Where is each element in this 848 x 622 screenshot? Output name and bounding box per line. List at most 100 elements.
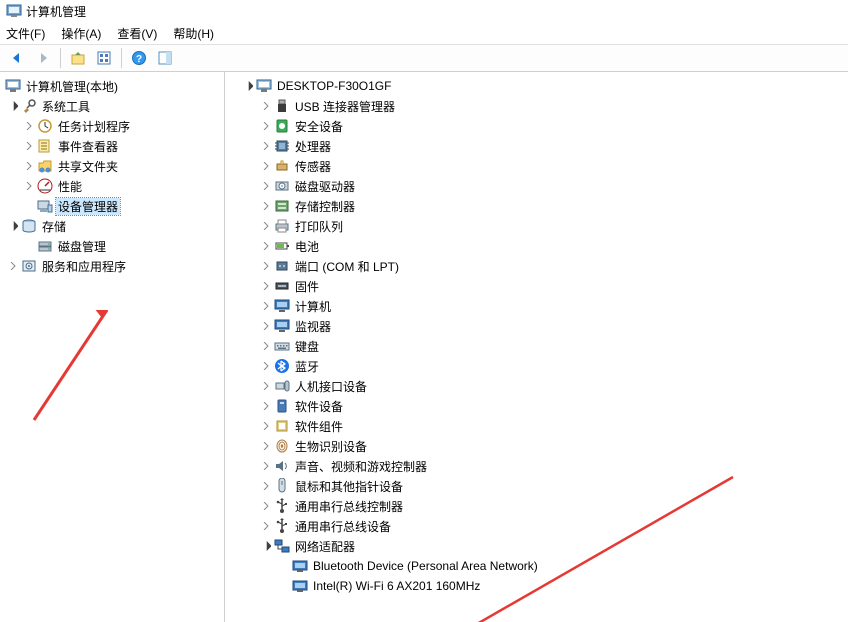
chevron-right-icon[interactable] [259, 319, 273, 333]
right-tree-pane[interactable]: DESKTOP-F30O1GFUSB 连接器管理器安全设备处理器传感器磁盘驱动器… [237, 72, 848, 622]
back-button[interactable] [6, 47, 28, 69]
node-network-adapter-1[interactable]: Intel(R) Wi-Fi 6 AX201 160MHz [237, 576, 848, 596]
node-hid[interactable]: 人机接口设备 [237, 376, 848, 396]
chevron-right-icon[interactable] [259, 139, 273, 153]
chevron-right-icon[interactable] [259, 399, 273, 413]
chevron-right-icon[interactable] [259, 159, 273, 173]
print-queues-icon [274, 218, 290, 234]
menu-help[interactable]: 帮助(H) [173, 25, 214, 42]
node-label: 打印队列 [295, 218, 343, 235]
chevron-right-icon[interactable] [259, 99, 273, 113]
node-system-tools[interactable]: 系统工具 [0, 96, 224, 116]
chevron-down-icon[interactable] [259, 539, 273, 553]
node-print-queues[interactable]: 打印队列 [237, 216, 848, 236]
node-event-viewer[interactable]: 事件查看器 [0, 136, 224, 156]
node-local-computer[interactable]: 计算机管理(本地) [0, 76, 224, 96]
menu-file[interactable]: 文件(F) [6, 25, 45, 42]
node-storage-controllers[interactable]: 存储控制器 [237, 196, 848, 216]
device-manager-icon [37, 198, 53, 214]
node-usb-connector[interactable]: USB 连接器管理器 [237, 96, 848, 116]
chevron-right-icon[interactable] [259, 219, 273, 233]
node-services-apps[interactable]: 服务和应用程序 [0, 256, 224, 276]
node-network-adapters[interactable]: 网络适配器 [237, 536, 848, 556]
chevron-right-icon[interactable] [259, 459, 273, 473]
menu-action[interactable]: 操作(A) [61, 25, 101, 42]
up-button[interactable] [67, 47, 89, 69]
chevron-right-icon[interactable] [259, 499, 273, 513]
chevron-right-icon[interactable] [259, 379, 273, 393]
node-batteries[interactable]: 电池 [237, 236, 848, 256]
chevron-right-icon[interactable] [22, 159, 36, 173]
annotation-arrow-1 [22, 310, 112, 430]
chevron-right-icon[interactable] [259, 519, 273, 533]
node-device-manager[interactable]: 设备管理器 [0, 196, 224, 216]
storage-controllers-icon [274, 198, 290, 214]
node-usb-devices[interactable]: 通用串行总线设备 [237, 516, 848, 536]
chevron-right-icon[interactable] [6, 259, 20, 273]
chevron-right-icon[interactable] [259, 339, 273, 353]
node-shared-folders[interactable]: 共享文件夹 [0, 156, 224, 176]
node-label: 人机接口设备 [295, 378, 367, 395]
chevron-down-icon[interactable] [241, 79, 255, 93]
node-label: 通用串行总线设备 [295, 518, 391, 535]
shared-folder-icon [37, 158, 53, 174]
node-network-adapter-0[interactable]: Bluetooth Device (Personal Area Network) [237, 556, 848, 576]
node-software-devices[interactable]: 软件设备 [237, 396, 848, 416]
node-performance[interactable]: 性能 [0, 176, 224, 196]
chevron-right-icon[interactable] [259, 119, 273, 133]
software-devices-icon [274, 398, 290, 414]
node-ports[interactable]: 端口 (COM 和 LPT) [237, 256, 848, 276]
node-sensors[interactable]: 传感器 [237, 156, 848, 176]
forward-button[interactable] [32, 47, 54, 69]
chevron-down-icon[interactable] [6, 219, 20, 233]
node-keyboards[interactable]: 键盘 [237, 336, 848, 356]
node-security-devices[interactable]: 安全设备 [237, 116, 848, 136]
chevron-down-icon[interactable] [6, 99, 20, 113]
node-mice[interactable]: 鼠标和其他指针设备 [237, 476, 848, 496]
node-computer-root[interactable]: DESKTOP-F30O1GF [237, 76, 848, 96]
node-sound-video-game[interactable]: 声音、视频和游戏控制器 [237, 456, 848, 476]
node-label: 事件查看器 [58, 138, 118, 155]
title-bar: 计算机管理 [0, 0, 848, 22]
chevron-right-icon[interactable] [259, 279, 273, 293]
chevron-right-icon[interactable] [22, 139, 36, 153]
bluetooth-icon [274, 358, 290, 374]
node-task-scheduler[interactable]: 任务计划程序 [0, 116, 224, 136]
properties-button[interactable] [93, 47, 115, 69]
menu-bar: 文件(F) 操作(A) 查看(V) 帮助(H) [0, 22, 848, 44]
network-device-icon [292, 558, 308, 574]
chevron-right-icon[interactable] [259, 179, 273, 193]
node-label: 处理器 [295, 138, 331, 155]
chevron-right-icon[interactable] [259, 479, 273, 493]
chevron-right-icon[interactable] [259, 419, 273, 433]
chevron-right-icon[interactable] [259, 199, 273, 213]
tools-icon [21, 98, 37, 114]
node-disk-drives[interactable]: 磁盘驱动器 [237, 176, 848, 196]
node-usb-controllers[interactable]: 通用串行总线控制器 [237, 496, 848, 516]
node-storage[interactable]: 存储 [0, 216, 224, 236]
node-processors[interactable]: 处理器 [237, 136, 848, 156]
node-bluetooth[interactable]: 蓝牙 [237, 356, 848, 376]
chevron-right-icon[interactable] [259, 439, 273, 453]
chevron-right-icon[interactable] [22, 119, 36, 133]
chevron-right-icon[interactable] [259, 299, 273, 313]
menu-view[interactable]: 查看(V) [117, 25, 157, 42]
pane-gutter[interactable] [225, 72, 237, 622]
node-monitors[interactable]: 监视器 [237, 316, 848, 336]
left-tree-pane[interactable]: 计算机管理(本地) 系统工具 任务计划程序 [0, 72, 225, 622]
node-computer[interactable]: 计算机 [237, 296, 848, 316]
help-button[interactable]: ? [128, 47, 150, 69]
node-label: Bluetooth Device (Personal Area Network) [313, 559, 538, 573]
chevron-right-icon[interactable] [259, 359, 273, 373]
action-pane-button[interactable] [154, 47, 176, 69]
node-software-components[interactable]: 软件组件 [237, 416, 848, 436]
node-disk-management[interactable]: 磁盘管理 [0, 236, 224, 256]
chevron-right-icon[interactable] [259, 259, 273, 273]
chevron-right-icon[interactable] [259, 239, 273, 253]
node-label: 蓝牙 [295, 358, 319, 375]
node-biometric[interactable]: 生物识别设备 [237, 436, 848, 456]
node-firmware[interactable]: 固件 [237, 276, 848, 296]
node-label: 鼠标和其他指针设备 [295, 478, 403, 495]
node-label: 网络适配器 [295, 538, 355, 555]
chevron-right-icon[interactable] [22, 179, 36, 193]
